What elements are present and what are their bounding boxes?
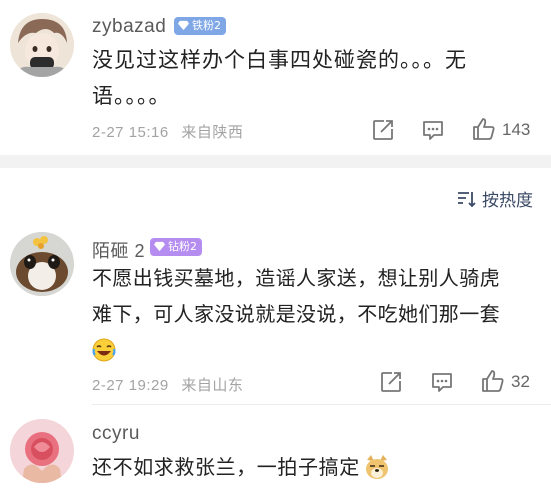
thumbs-up-icon[interactable] [472,117,496,141]
username[interactable]: zybazad [92,16,166,38]
comment-item: zybazad 铁粉2 没见过这样办个白事四处碰瓷的。。。无 语。。。。 2-2… [0,0,551,155]
badge-label: 铁粉2 [192,19,221,32]
comment-item: 陌砸 2 钻粉2 不愿出钱买墓地，造谣人家送，想让别人骑虎 难下，可人家没说就是… [0,168,551,403]
fan-badge: 钻粉2 [150,238,202,256]
comment-item: ccyru 还不如求救张兰，一拍子搞定 [0,405,551,490]
comment-line: 语。。。。 [92,84,171,108]
like-count: 143 [502,120,531,139]
comment-line: 没见过这样办个白事四处碰瓷的。。。无 [92,48,467,72]
doge-emoji [365,455,388,479]
avatar[interactable] [10,13,74,77]
emoji-row [92,332,500,366]
avatar[interactable] [10,419,74,483]
like-count: 32 [511,372,530,391]
badge-label: 钻粉2 [168,240,197,253]
username[interactable]: ccyru [92,423,140,445]
avatar[interactable] [10,232,74,296]
comment-text: 不愿出钱买墓地，造谣人家送，想让别人骑虎 难下，可人家没说就是没说，不吃她们那一… [92,260,500,366]
comment-time: 2-27 15:16 [92,124,169,141]
thumbs-up-icon[interactable] [481,369,505,393]
section-divider [0,155,551,168]
comment-location: 来自陕西 [181,124,244,141]
fan-badge: 铁粉2 [174,17,226,35]
diamond-icon [154,241,165,252]
comment-text: 还不如求救张兰，一拍子搞定 [92,449,390,485]
comment-meta: 2-27 15:16 来自陕西 [92,121,243,142]
comment-location: 来自山东 [181,377,244,394]
comment-icon[interactable] [422,119,444,141]
comment-line: 不愿出钱买墓地，造谣人家送，想让别人骑虎 [92,266,500,290]
comment-line: 还不如求救张兰，一拍子搞定 [92,455,360,479]
comment-text: 没见过这样办个白事四处碰瓷的。。。无 语。。。。 [92,42,467,114]
share-icon[interactable] [372,119,394,141]
diamond-icon [178,20,189,31]
comment-icon[interactable] [431,371,453,393]
comment-time: 2-27 19:29 [92,377,169,394]
laughing-crying-emoji [92,338,116,362]
comment-meta: 2-27 19:29 来自山东 [92,374,243,395]
share-icon[interactable] [380,371,402,393]
comment-line: 难下，可人家没说就是没说，不吃她们那一套 [92,302,500,326]
